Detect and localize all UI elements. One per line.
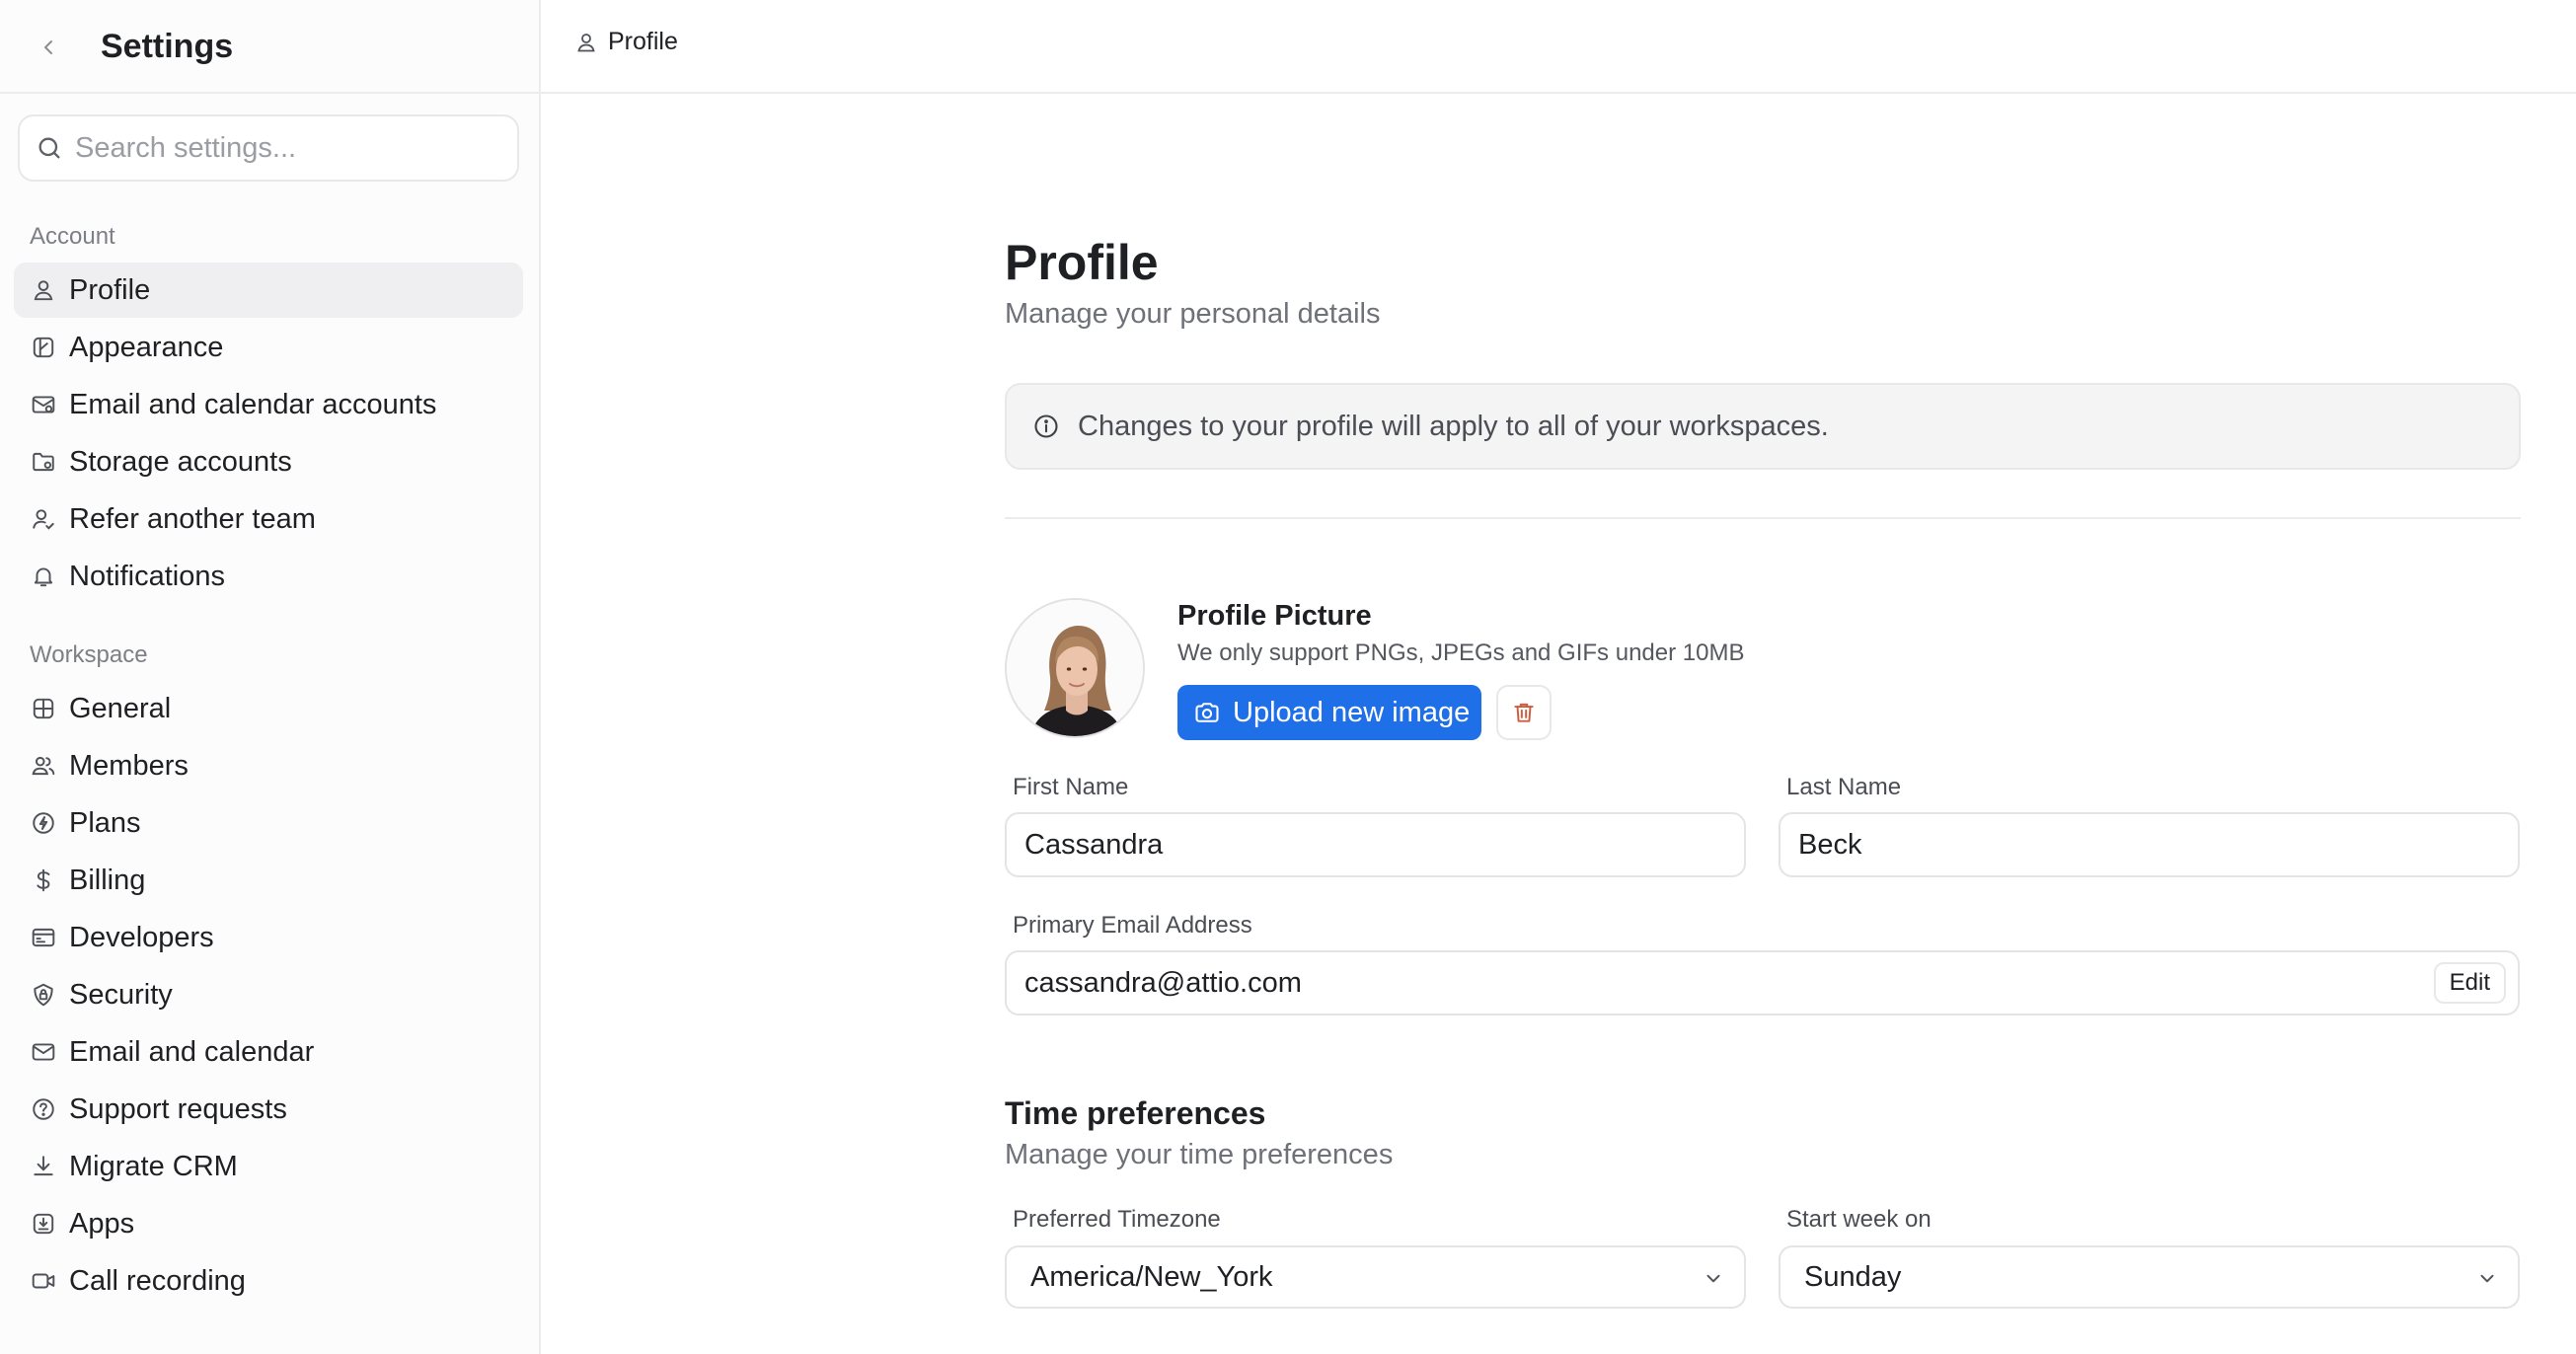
- page-subtitle: Manage your personal details: [1005, 298, 1381, 330]
- sidebar-item-appearance[interactable]: Appearance: [14, 320, 523, 375]
- sidebar-item-label: Refer another team: [69, 502, 316, 535]
- sidebar-item-label: Migrate CRM: [69, 1150, 238, 1182]
- first-name-input[interactable]: [1024, 828, 1689, 862]
- top-bar: Profile: [541, 0, 2576, 94]
- sidebar-item-label: Plans: [69, 806, 141, 839]
- last-name-field[interactable]: [1779, 812, 2520, 877]
- sidebar-item-label: Apps: [69, 1207, 135, 1240]
- page-title: Profile: [1005, 235, 1159, 290]
- folder-icon: [29, 447, 58, 477]
- notice-text: Changes to your profile will apply to al…: [1078, 410, 1829, 442]
- trash-icon: [1514, 703, 1534, 722]
- user-plus-icon: [29, 504, 58, 534]
- profile-picture-hint: We only support PNGs, JPEGs and GIFs und…: [1177, 639, 1745, 666]
- sidebar-item-migrate-crm[interactable]: Migrate CRM: [14, 1139, 523, 1194]
- dollar-icon: [29, 865, 58, 895]
- sidebar-item-members[interactable]: Members: [14, 738, 523, 793]
- sidebar-item-general[interactable]: General: [14, 681, 523, 736]
- envelope-icon: [29, 1037, 58, 1067]
- sidebar-item-developers[interactable]: Developers: [14, 910, 523, 965]
- sidebar-item-label: Support requests: [69, 1092, 287, 1125]
- chevron-left-icon: [44, 40, 52, 54]
- sidebar-item-label: Members: [69, 749, 189, 782]
- user-icon: [572, 29, 600, 56]
- info-notice: Changes to your profile will apply to al…: [1005, 383, 2521, 470]
- sidebar-item-label: Email and calendar: [69, 1035, 315, 1068]
- sidebar-item-label: Billing: [69, 864, 146, 896]
- time-preferences-title: Time preferences: [1005, 1095, 1266, 1131]
- apps-icon: [29, 1209, 58, 1239]
- sidebar-item-call-recording[interactable]: Call recording: [14, 1253, 523, 1309]
- sidebar-item-support-requests[interactable]: Support requests: [14, 1082, 523, 1137]
- sidebar-item-profile[interactable]: Profile: [14, 263, 523, 318]
- users-icon: [29, 751, 58, 781]
- chevron-down-icon: [2472, 1263, 2502, 1293]
- timezone-value: America/New_York: [1030, 1260, 1273, 1293]
- sidebar-item-security[interactable]: Security: [14, 967, 523, 1022]
- breadcrumb: Profile: [572, 28, 678, 56]
- user-icon: [29, 275, 58, 305]
- sidebar-item-storage-accounts[interactable]: Storage accounts: [14, 434, 523, 489]
- profile-picture-title: Profile Picture: [1177, 600, 1372, 632]
- email-label: Primary Email Address: [1013, 912, 1252, 939]
- search-icon: [34, 132, 65, 164]
- avatar[interactable]: [1005, 598, 1145, 738]
- sidebar-item-label: Storage accounts: [69, 445, 292, 478]
- time-preferences-subtitle: Manage your time preferences: [1005, 1139, 1394, 1170]
- sidebar-item-label: Developers: [69, 921, 214, 953]
- sidebar-item-email-calendar[interactable]: Email and calendar: [14, 1024, 523, 1080]
- sidebar-item-label: Call recording: [69, 1264, 246, 1297]
- email-input[interactable]: [1024, 966, 2385, 1000]
- sidebar-item-notifications[interactable]: Notifications: [14, 549, 523, 604]
- sidebar-item-label: Email and calendar accounts: [69, 388, 437, 420]
- help-circle-icon: [29, 1094, 58, 1124]
- search-input[interactable]: [75, 131, 490, 165]
- last-name-input[interactable]: [1798, 828, 2462, 862]
- sidebar-item-label: Notifications: [69, 560, 225, 592]
- plans-icon: [29, 808, 58, 838]
- palette-icon: [29, 333, 58, 362]
- shield-icon: [29, 980, 58, 1010]
- camera-icon: [1191, 697, 1223, 728]
- week-start-value: Sunday: [1804, 1260, 1902, 1293]
- download-icon: [29, 1152, 58, 1181]
- info-icon: [1030, 411, 1062, 442]
- sidebar-item-label: Profile: [69, 273, 151, 306]
- breadcrumb-label: Profile: [608, 28, 678, 55]
- sidebar-title: Settings: [101, 28, 234, 65]
- edit-email-button[interactable]: Edit: [2433, 962, 2506, 1004]
- timezone-label: Preferred Timezone: [1013, 1206, 1221, 1233]
- first-name-label: First Name: [1013, 774, 1129, 800]
- sidebar-item-plans[interactable]: Plans: [14, 795, 523, 851]
- upload-image-label: Upload new image: [1233, 696, 1471, 728]
- first-name-field[interactable]: [1005, 812, 1746, 877]
- mail-accounts-icon: [29, 390, 58, 419]
- divider: [1005, 517, 2521, 519]
- week-start-label: Start week on: [1786, 1206, 1932, 1233]
- back-button[interactable]: [30, 28, 69, 67]
- week-start-select[interactable]: Sunday: [1779, 1245, 2520, 1309]
- sidebar-item-refer-team[interactable]: Refer another team: [14, 491, 523, 547]
- grid-icon: [29, 694, 58, 723]
- search-box[interactable]: [18, 114, 519, 182]
- last-name-label: Last Name: [1786, 774, 1902, 800]
- sidebar-item-label: Security: [69, 978, 173, 1011]
- settings-sidebar: Settings Account Profile Appearance Emai…: [0, 0, 541, 1354]
- terminal-icon: [29, 923, 58, 952]
- sidebar-item-label: Appearance: [69, 331, 224, 363]
- section-label-account: Account: [30, 223, 115, 250]
- sidebar-item-email-calendar-accounts[interactable]: Email and calendar accounts: [14, 377, 523, 432]
- section-label-workspace: Workspace: [30, 641, 148, 668]
- chevron-down-icon: [1699, 1263, 1728, 1293]
- delete-image-button[interactable]: [1496, 685, 1552, 740]
- sidebar-header: Settings: [0, 0, 539, 94]
- sidebar-item-label: General: [69, 692, 172, 724]
- timezone-select[interactable]: America/New_York: [1005, 1245, 1746, 1309]
- sidebar-item-billing[interactable]: Billing: [14, 853, 523, 908]
- bell-icon: [29, 562, 58, 591]
- email-field: Edit: [1005, 950, 2520, 1016]
- sidebar-item-apps[interactable]: Apps: [14, 1196, 523, 1251]
- upload-image-button[interactable]: Upload new image: [1177, 685, 1481, 740]
- video-icon: [29, 1266, 58, 1296]
